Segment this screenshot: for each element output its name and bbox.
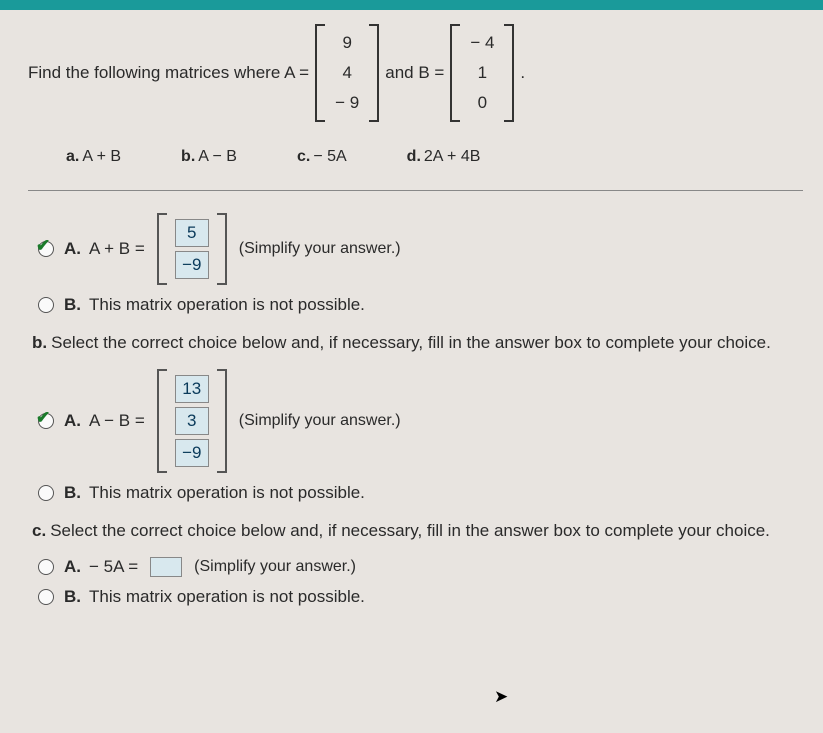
radio-icon[interactable] [38,485,54,501]
qC-option-B[interactable]: B. This matrix operation is not possible… [38,587,803,607]
qB-hint: (Simplify your answer.) [239,412,401,430]
period: . [520,63,525,83]
matrix-A-2: − 9 [333,88,361,118]
qB-optB-label: B. [64,483,81,503]
qA-optB-label: B. [64,295,81,315]
qA-ans-1[interactable]: −9 [175,251,209,279]
matrix-B-2: 0 [468,88,496,118]
qA-option-A[interactable]: A. A + B = 5 −9 (Simplify your answer.) [38,213,803,285]
matrix-A-1: 4 [333,58,361,88]
qB-prompt: b.Select the correct choice below and, i… [32,333,803,353]
qB-ans-1[interactable]: 3 [175,407,209,435]
part-a: a.A + B [66,148,121,166]
radio-selected-icon[interactable] [38,241,54,257]
radio-icon[interactable] [38,589,54,605]
radio-selected-icon[interactable] [38,413,54,429]
question-prompt: Find the following matrices where A = 9 … [28,24,803,122]
matrix-B-0: − 4 [468,28,496,58]
qC-answer-input[interactable] [150,557,182,577]
qA-answer-matrix: 5 −9 [157,213,227,285]
part-b: b.A − B [181,148,237,166]
matrix-A: 9 4 − 9 [315,24,379,122]
matrix-B-1: 1 [468,58,496,88]
qA-optB-text: This matrix operation is not possible. [89,295,365,315]
qB-optA-label: A. [64,411,81,431]
qB-option-A[interactable]: A. A − B = 13 3 −9 (Simplify your answer… [38,369,803,473]
qB-optA-equation: A − B = [89,411,145,431]
divider [28,190,803,191]
qC-optB-text: This matrix operation is not possible. [89,587,365,607]
part-d: d.2A + 4B [407,148,481,166]
qB-ans-0[interactable]: 13 [175,375,209,403]
qB-optB-text: This matrix operation is not possible. [89,483,365,503]
qC-optB-label: B. [64,587,81,607]
qA-option-B[interactable]: B. This matrix operation is not possible… [38,295,803,315]
qB-option-B[interactable]: B. This matrix operation is not possible… [38,483,803,503]
part-c: c.− 5A [297,148,347,166]
parts-list: a.A + B b.A − B c.− 5A d.2A + 4B [28,140,803,184]
qB-answer-matrix: 13 3 −9 [157,369,227,473]
qA-optA-label: A. [64,239,81,259]
radio-icon[interactable] [38,297,54,313]
cursor-icon: ➤ [494,687,508,707]
radio-icon[interactable] [38,559,54,575]
qA-ans-0[interactable]: 5 [175,219,209,247]
qC-optA-label: A. [64,557,81,577]
content-area: Find the following matrices where A = 9 … [0,10,823,627]
and-text: and B = [385,63,444,83]
matrix-A-0: 9 [333,28,361,58]
window-top-accent [0,0,823,10]
qB-ans-2[interactable]: −9 [175,439,209,467]
matrix-B: − 4 1 0 [450,24,514,122]
qC-prompt: c.Select the correct choice below and, i… [32,521,803,541]
qC-option-A[interactable]: A. − 5A = (Simplify your answer.) [38,557,803,577]
qC-optA-equation: − 5A = [89,557,138,577]
qC-hint: (Simplify your answer.) [194,558,356,576]
qA-optA-equation: A + B = [89,239,145,259]
qA-hint: (Simplify your answer.) [239,240,401,258]
prompt-text: Find the following matrices where A = [28,63,309,83]
